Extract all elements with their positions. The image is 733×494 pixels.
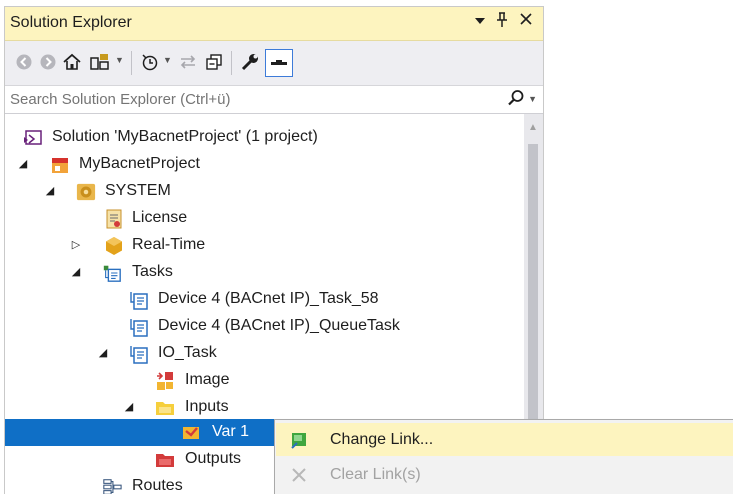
tree-item-system[interactable]: ◢ SYSTEM (5, 178, 524, 205)
expanded-arrow-icon[interactable]: ◢ (70, 265, 82, 278)
chevron-down-icon[interactable] (471, 12, 489, 29)
expanded-arrow-icon[interactable]: ◢ (123, 400, 135, 413)
scroll-up-icon[interactable]: ▲ (528, 122, 538, 133)
task-icon (129, 344, 149, 364)
menu-item-change-link[interactable]: Change Link... (276, 423, 733, 456)
collapse-all-icon[interactable] (203, 51, 225, 73)
tree-item-license[interactable]: License (5, 205, 524, 232)
tree-item-tasks[interactable]: ◢ Tasks (5, 259, 524, 286)
routes-icon (102, 477, 122, 494)
solution-icon (23, 128, 43, 148)
toolbar-separator (231, 51, 232, 75)
chevron-down-icon[interactable]: ▼ (115, 55, 124, 65)
switch-views-icon[interactable] (89, 51, 111, 73)
tree-item-label: IO_Task (158, 344, 217, 361)
tree-item-label: Image (185, 371, 230, 388)
image-icon (155, 371, 175, 391)
properties-icon[interactable] (239, 51, 261, 73)
pin-icon[interactable] (493, 12, 511, 32)
tree-item-label: Device 4 (BACnet IP)_QueueTask (158, 317, 400, 334)
home-icon[interactable] (61, 51, 83, 73)
tree-item-label: Real-Time (132, 236, 206, 253)
clear-link-icon (289, 465, 309, 485)
task-icon (129, 317, 149, 337)
preview-icon[interactable] (265, 49, 293, 77)
context-menu: Change Link... Clear Link(s) (274, 419, 733, 494)
search-icon[interactable] (507, 89, 525, 112)
variable-icon (181, 423, 201, 443)
tree-item-inputs[interactable]: ◢ Inputs (5, 394, 524, 421)
forward-icon[interactable] (37, 51, 59, 73)
menu-item-label: Change Link... (330, 431, 434, 448)
system-icon (76, 182, 96, 202)
tree-item-task[interactable]: Device 4 (BACnet IP)_QueueTask (5, 313, 524, 340)
expanded-arrow-icon[interactable]: ◢ (44, 184, 56, 197)
tree-item-label: Tasks (132, 263, 173, 280)
scrollbar-thumb[interactable] (528, 144, 538, 434)
tree-item-label: Outputs (185, 450, 242, 467)
title-bar: Solution Explorer (5, 7, 543, 41)
tree-item-label: License (132, 209, 188, 226)
search-input[interactable] (5, 86, 490, 112)
toolbar: ▼ ▼ (5, 41, 543, 86)
chevron-down-icon[interactable]: ▼ (163, 55, 172, 65)
tree-item-task[interactable]: Device 4 (BACnet IP)_Task_58 (5, 286, 524, 313)
project-icon (50, 155, 70, 175)
license-icon (104, 209, 124, 229)
tree-item-label: Solution 'MyBacnetProject' (1 project) (52, 128, 318, 145)
menu-item-clear-links[interactable]: Clear Link(s) (276, 458, 733, 491)
tree-item-project[interactable]: ◢ MyBacnetProject (5, 151, 524, 178)
pending-changes-icon[interactable] (139, 51, 161, 73)
back-icon[interactable] (13, 51, 35, 73)
tree-item-label: Device 4 (BACnet IP)_Task_58 (158, 290, 379, 307)
menu-item-label: Clear Link(s) (330, 466, 421, 483)
change-link-icon (289, 430, 309, 450)
collapsed-arrow-icon[interactable]: ▷ (70, 238, 82, 251)
tree-item-label: Var 1 (212, 423, 250, 440)
inputs-folder-icon (155, 398, 175, 418)
tasks-icon (102, 263, 122, 283)
chevron-down-icon[interactable]: ▼ (528, 94, 537, 104)
search-box: ▼ (5, 86, 543, 114)
task-icon (129, 290, 149, 310)
outputs-folder-icon (155, 450, 175, 470)
sync-icon[interactable] (177, 51, 199, 73)
tree-item-label: Inputs (185, 398, 229, 415)
tree-item-image[interactable]: Image (5, 367, 524, 394)
toolbar-separator (131, 51, 132, 75)
realtime-icon (104, 236, 124, 256)
close-icon[interactable] (517, 12, 535, 29)
tree-item-io-task[interactable]: ◢ IO_Task (5, 340, 524, 367)
tree-item-label: SYSTEM (105, 182, 171, 199)
panel-title: Solution Explorer (10, 14, 132, 31)
expanded-arrow-icon[interactable]: ◢ (17, 157, 29, 170)
expanded-arrow-icon[interactable]: ◢ (97, 346, 109, 359)
tree-item-realtime[interactable]: ▷ Real-Time (5, 232, 524, 259)
tree-item-label: Routes (132, 477, 183, 494)
tree-item-label: MyBacnetProject (79, 155, 200, 172)
tree-item-solution[interactable]: Solution 'MyBacnetProject' (1 project) (5, 124, 524, 151)
